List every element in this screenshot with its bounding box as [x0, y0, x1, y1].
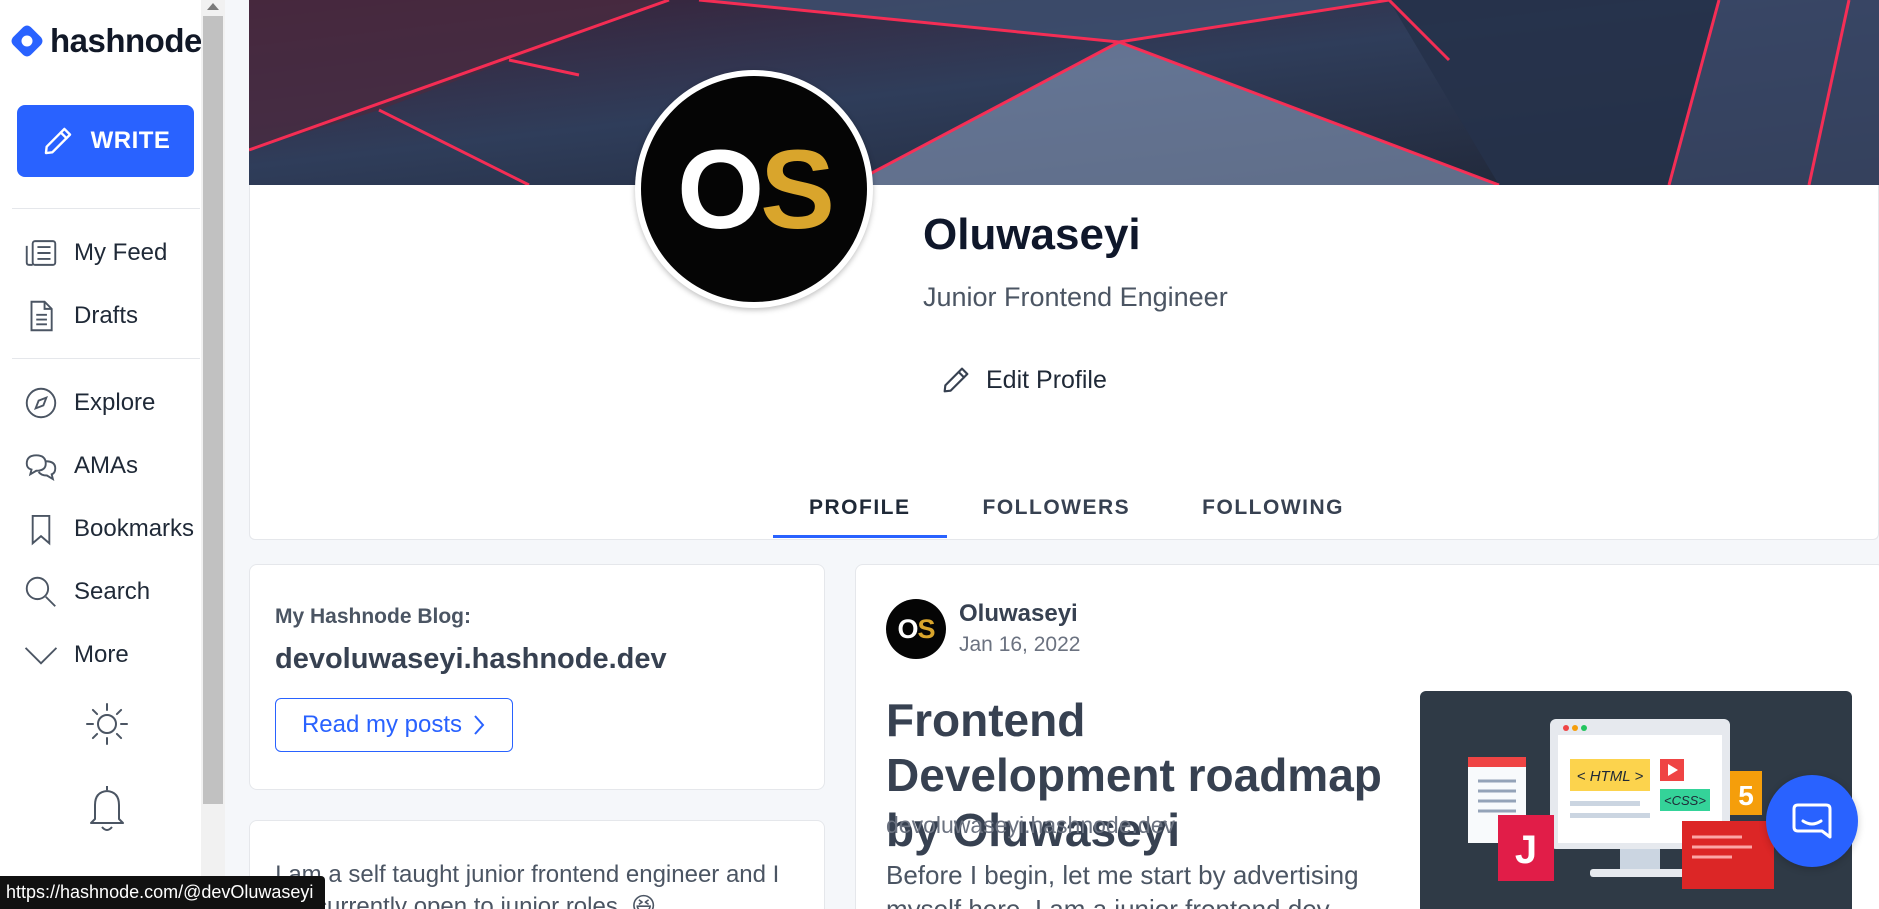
sidebar-item-label: Explore — [74, 389, 156, 416]
bio-card: I am a self taught junior frontend engin… — [249, 820, 825, 909]
profile-tagline: Junior Frontend Engineer — [923, 282, 1228, 312]
read-my-posts-button[interactable]: Read my posts — [275, 698, 513, 752]
css-thumb-label: <CSS> — [1664, 793, 1706, 808]
tab-followers[interactable]: FOLLOWERS — [947, 490, 1167, 538]
sidebar-item-label: My Feed — [74, 239, 168, 266]
sidebar-scrollbar[interactable] — [201, 0, 225, 909]
write-label: WRITE — [90, 127, 171, 154]
read-my-posts-label: Read my posts — [301, 711, 463, 738]
chat-bubbles-icon — [25, 454, 57, 482]
document-icon — [30, 300, 53, 332]
sidebar-item-explore[interactable]: Explore — [22, 384, 155, 422]
chevron-right-icon — [474, 715, 485, 735]
avatar-initial: S — [760, 126, 835, 252]
bell-icon[interactable] — [83, 783, 131, 835]
profile-tabs: PROFILE FOLLOWERS FOLLOWING — [773, 490, 1380, 538]
sidebar-item-label: More — [74, 641, 129, 668]
html-thumb-label: < HTML > — [1577, 768, 1644, 785]
tab-profile[interactable]: PROFILE — [773, 490, 947, 538]
chevron-down-icon — [24, 647, 58, 665]
bookmark-icon — [31, 514, 51, 546]
svg-text:J: J — [1515, 828, 1537, 872]
blog-domain: devoluwaseyi.hashnode.dev — [275, 643, 667, 675]
pencil-icon — [44, 127, 71, 155]
avatar-initial: O — [897, 613, 918, 644]
sidebar-item-amas[interactable]: AMAs — [22, 447, 138, 485]
sidebar-item-label: Drafts — [74, 302, 139, 329]
avatar-initial: O — [677, 126, 764, 252]
hashnode-logo-icon — [11, 25, 43, 57]
post-date: Jan 16, 2022 — [959, 633, 1081, 656]
sun-icon[interactable] — [83, 700, 131, 748]
compass-icon — [25, 387, 57, 419]
post-excerpt: Before I begin, let me start by advertis… — [886, 860, 1359, 909]
pencil-icon — [943, 367, 969, 393]
scrollbar-thumb[interactable] — [203, 16, 223, 804]
sidebar: hashnode WRITE My Feed Drafts Explore AM… — [0, 0, 201, 909]
tab-following[interactable]: FOLLOWING — [1166, 490, 1380, 538]
write-button[interactable]: WRITE — [17, 105, 194, 177]
sidebar-item-drafts[interactable]: Drafts — [22, 297, 138, 335]
search-icon — [25, 576, 56, 607]
profile-name: Oluwaseyi — [923, 210, 1141, 259]
sidebar-item-my-feed[interactable]: My Feed — [22, 234, 167, 272]
bio-text: I am a self taught junior frontend engin… — [275, 861, 780, 909]
blog-card: My Hashnode Blog: devoluwaseyi.hashnode.… — [249, 564, 825, 790]
cover-image — [249, 0, 1879, 185]
post-domain[interactable]: devoluwaseyi.hashnode.dev — [886, 812, 1175, 839]
html5-badge: 5 — [1738, 780, 1754, 811]
status-bar-url: https://hashnode.com/@devOluwaseyi — [0, 876, 326, 909]
sidebar-item-label: Bookmarks — [74, 515, 195, 542]
edit-profile-label: Edit Profile — [986, 365, 1107, 394]
sidebar-item-label: AMAs — [74, 452, 139, 479]
sidebar-item-bookmarks[interactable]: Bookmarks — [22, 510, 194, 548]
brand-name: hashnode — [50, 22, 201, 59]
post-card[interactable]: OS Oluwaseyi Jan 16, 2022 Frontend Devel… — [855, 564, 1879, 909]
sidebar-item-label: Search — [74, 578, 151, 605]
sidebar-divider — [12, 208, 200, 209]
edit-profile-button[interactable]: Edit Profile — [940, 364, 1107, 396]
sidebar-divider — [12, 358, 200, 359]
blog-label: My Hashnode Blog: — [275, 605, 472, 628]
feed-icon — [25, 240, 57, 266]
post-author-avatar[interactable]: OS — [886, 599, 946, 659]
chat-icon — [1792, 803, 1832, 839]
sidebar-item-search[interactable]: Search — [22, 573, 150, 611]
post-author[interactable]: Oluwaseyi — [959, 600, 1078, 628]
scroll-up-arrow-icon[interactable] — [207, 3, 219, 10]
cover-art — [249, 0, 1879, 185]
avatar-initial: S — [917, 613, 936, 644]
chat-support-button[interactable] — [1766, 775, 1858, 867]
sidebar-item-more[interactable]: More — [22, 636, 129, 674]
profile-avatar: OS — [635, 70, 873, 308]
hashnode-logo[interactable]: hashnode — [10, 22, 201, 60]
